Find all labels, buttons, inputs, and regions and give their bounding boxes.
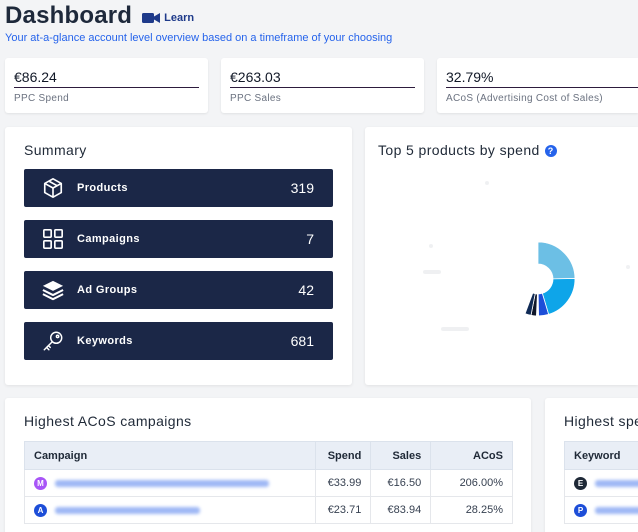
summary-row-count: 7 [306,231,314,247]
campaign-cell[interactable]: A [23,496,317,524]
keyword-name-redacted[interactable] [595,506,638,514]
kpi-ppc-sales: €263.03 PPC Sales [221,58,424,113]
acos-campaigns-table: Campaign Spend Sales ACoS M €33.99 €16.5… [23,441,513,524]
summary-title: Summary [24,142,87,158]
summary-row-ad-groups[interactable]: Ad Groups 42 [24,271,333,309]
summary-row-products[interactable]: Products 319 [24,169,333,207]
page-subtitle: Your at-a-glance account level overview … [5,32,393,44]
top-products-card: Top 5 products by spend? [365,127,638,385]
spend-cell: €33.99 [315,469,372,497]
table-row: P [564,496,638,524]
page-title: Dashboard [5,2,133,29]
column-header-spend[interactable]: Spend [315,441,372,470]
column-header-campaign[interactable]: Campaign [23,441,317,470]
top-products-donut-chart [423,181,630,331]
kpi-value: 32.79% [446,69,494,85]
chart-faded-labels [423,181,630,331]
acos-cell: 206.00% [430,469,513,497]
kpi-label: ACoS (Advertising Cost of Sales) [446,93,603,104]
cube-icon [41,176,65,200]
table-row: M €33.99 €16.50 206.00% [23,469,513,497]
keyword-cell[interactable]: P [564,496,638,524]
campaign-badge: A [34,503,47,517]
key-icon [41,329,65,353]
sales-cell: €83.94 [370,496,432,524]
summary-card: Summary Products 319 Campaigns 7 Ad Grou… [5,127,352,385]
keyword-badge: E [574,476,587,490]
grid-icon [41,227,65,251]
summary-row-label: Ad Groups [77,284,138,296]
acos-campaigns-title: Highest ACoS campaigns [24,413,192,429]
kpi-value: €263.03 [230,69,281,85]
table-row: E [564,469,638,497]
summary-row-label: Keywords [77,335,133,347]
page-header: Dashboard Learn [5,2,194,30]
campaign-name-redacted[interactable] [55,506,200,514]
summary-row-count: 319 [290,180,314,196]
acos-cell: 28.25% [430,496,513,524]
video-camera-icon [142,12,161,23]
kpi-underline [446,87,638,88]
column-header-acos[interactable]: ACoS [430,441,513,470]
campaign-name-redacted[interactable] [55,479,269,487]
summary-row-count: 681 [290,333,314,349]
summary-row-label: Campaigns [77,233,140,245]
table-row: A €23.71 €83.94 28.25% [23,496,513,524]
keyword-name-redacted[interactable] [595,479,638,487]
kpi-underline [14,87,199,88]
kpi-label: PPC Spend [14,93,69,104]
spend-cell: €23.71 [315,496,372,524]
kpi-underline [230,87,415,88]
table-header-row: Keyword [564,441,638,470]
layers-icon [41,278,65,302]
kpi-ppc-spend: €86.24 PPC Spend [5,58,208,113]
campaign-badge: M [34,476,47,490]
summary-row-keywords[interactable]: Keywords 681 [24,322,333,360]
learn-label: Learn [164,11,195,24]
column-header-sales[interactable]: Sales [370,441,432,470]
campaign-cell[interactable]: M [23,469,317,497]
summary-row-label: Products [77,182,128,194]
summary-row-campaigns[interactable]: Campaigns 7 [24,220,333,258]
donut-slice-1[interactable] [537,241,576,280]
kpi-label: PPC Sales [230,93,282,104]
highest-spend-card: Highest spe Keyword E P [545,398,638,532]
highest-spend-title: Highest spe [564,413,638,429]
kpi-value: €86.24 [14,69,57,85]
table-header-row: Campaign Spend Sales ACoS [23,441,513,470]
kpi-acos: 32.79% ACoS (Advertising Cost of Sales) [437,58,638,113]
summary-row-count: 42 [298,282,314,298]
learn-link[interactable]: Learn [142,12,194,24]
column-header-keyword[interactable]: Keyword [564,441,638,470]
keyword-badge: P [574,503,587,517]
keyword-cell[interactable]: E [564,469,638,497]
acos-campaigns-card: Highest ACoS campaigns Campaign Spend Sa… [5,398,531,532]
highest-spend-table: Keyword E P [564,441,638,524]
sales-cell: €16.50 [370,469,432,497]
